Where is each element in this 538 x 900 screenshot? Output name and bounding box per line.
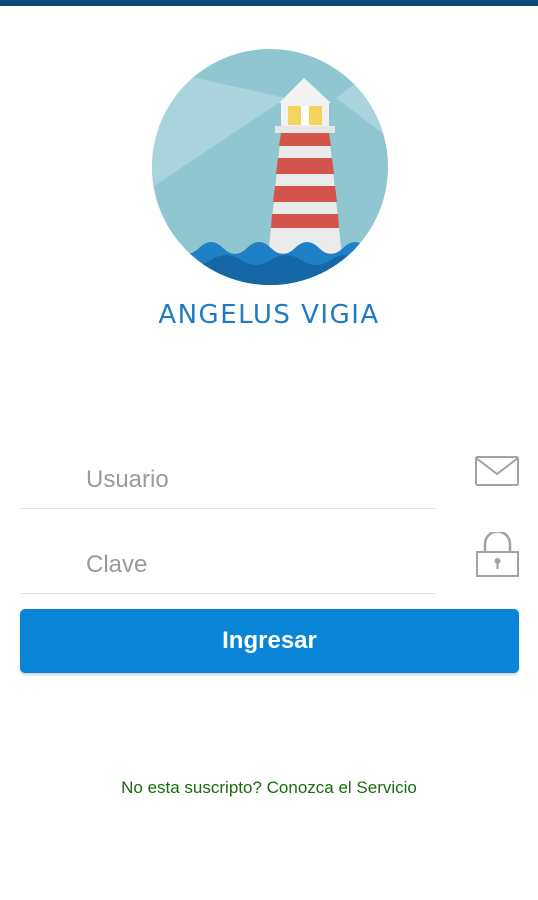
password-input[interactable] — [20, 537, 436, 593]
lighthouse-logo — [151, 48, 389, 286]
password-field — [20, 537, 436, 594]
envelope-icon — [475, 456, 519, 486]
app-title: ANGELUS VIGIA — [158, 300, 380, 330]
status-bar-strip — [0, 0, 538, 6]
subscribe-info-link[interactable]: No esta suscripto? Conozca el Servicio — [0, 778, 538, 798]
username-input[interactable] — [20, 452, 436, 508]
username-field — [20, 452, 436, 509]
login-button[interactable]: Ingresar — [20, 609, 519, 673]
padlock-icon — [476, 532, 519, 577]
